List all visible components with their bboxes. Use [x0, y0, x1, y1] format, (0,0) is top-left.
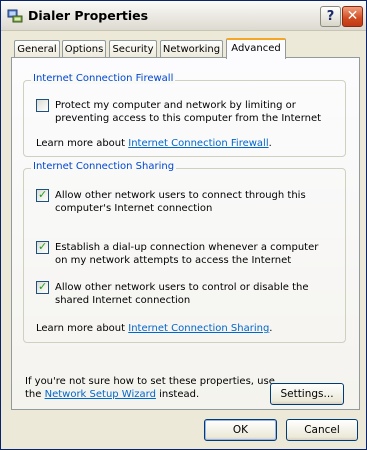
window-title: Dialer Properties	[28, 8, 149, 23]
dialog-window: Dialer Properties ? ✕ General Options Se…	[0, 0, 367, 450]
check-mark-icon: ✓	[38, 188, 48, 201]
firewall-learn-link[interactable]: Internet Connection Firewall	[128, 138, 268, 149]
footer-note-prefix: the	[25, 389, 45, 400]
sharing-dial-up-label[interactable]: Establish a dial-up connection whenever …	[55, 241, 320, 267]
footer-note-line-1: If you're not sure how to set these prop…	[25, 376, 275, 387]
sharing-learn-suffix: .	[269, 323, 273, 334]
check-mark-icon: ✓	[38, 280, 48, 293]
help-button[interactable]: ?	[320, 6, 341, 27]
sharing-learn-more: Learn more about Internet Connection Sha…	[36, 322, 272, 335]
sharing-learn-prefix: Learn more about	[36, 323, 129, 334]
firewall-group: Internet Connection Firewall Protect my …	[23, 73, 346, 157]
sharing-allow-control-label[interactable]: Allow other network users to control or …	[55, 281, 315, 307]
firewall-checkbox-label[interactable]: Protect my computer and network by limit…	[55, 99, 338, 125]
sharing-learn-link[interactable]: Internet Connection Sharing	[128, 323, 269, 334]
firewall-learn-suffix: .	[268, 138, 272, 149]
cancel-button[interactable]: Cancel	[286, 419, 358, 441]
tab-general[interactable]: General	[14, 40, 60, 58]
network-setup-wizard-link[interactable]: Network Setup Wizard	[45, 389, 156, 400]
tab-options[interactable]: Options	[62, 40, 106, 58]
title-bar[interactable]: Dialer Properties ? ✕	[1, 1, 366, 31]
close-button[interactable]: ✕	[342, 6, 363, 27]
sharing-dial-up-checkbox[interactable]: ✓	[36, 240, 49, 254]
firewall-checkbox[interactable]	[36, 99, 49, 112]
advanced-tab-panel: Internet Connection Firewall Protect my …	[11, 57, 360, 410]
ok-button[interactable]: OK	[204, 419, 277, 441]
tab-advanced[interactable]: Advanced	[226, 38, 286, 59]
sharing-allow-connect-checkbox[interactable]: ✓	[36, 188, 49, 202]
sharing-allow-control-checkbox[interactable]: ✓	[36, 280, 49, 294]
sharing-allow-connect-label[interactable]: Allow other network users to connect thr…	[55, 189, 311, 215]
check-mark-icon: ✓	[38, 240, 48, 253]
footer-note-line-2: the Network Setup Wizard instead.	[25, 388, 199, 401]
firewall-learn-more: Learn more about Internet Connection Fir…	[36, 137, 272, 150]
firewall-group-legend: Internet Connection Firewall	[31, 73, 176, 84]
sharing-group-legend: Internet Connection Sharing	[31, 161, 177, 172]
network-connection-icon	[7, 9, 23, 23]
footer-note-suffix: instead.	[155, 389, 200, 400]
firewall-learn-prefix: Learn more about	[36, 138, 129, 149]
settings-button[interactable]: Settings...	[270, 383, 344, 405]
sharing-group: Internet Connection Sharing ✓ Allow othe…	[23, 161, 346, 343]
tab-networking[interactable]: Networking	[160, 40, 223, 58]
tab-security[interactable]: Security	[109, 40, 157, 58]
